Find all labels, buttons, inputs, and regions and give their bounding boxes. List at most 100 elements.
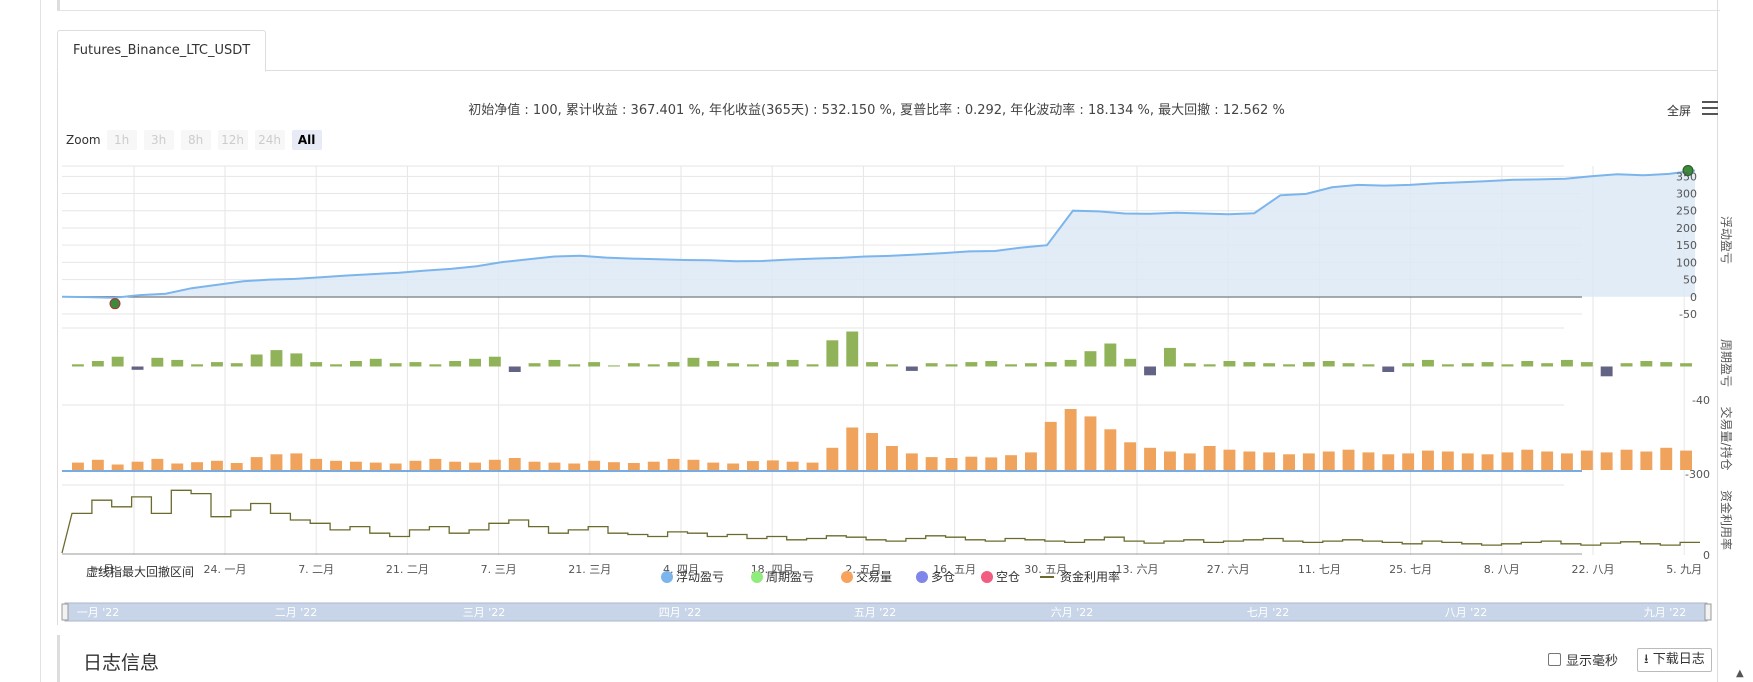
legend-item: 交易量 — [856, 569, 892, 584]
bar — [727, 363, 740, 367]
bar — [1342, 449, 1355, 470]
bar — [1680, 363, 1692, 367]
y-tick-label: 50 — [1683, 274, 1697, 287]
bar — [647, 364, 660, 367]
bar — [1084, 416, 1097, 470]
bar — [806, 462, 819, 470]
bar — [1481, 454, 1494, 470]
bar — [866, 433, 878, 470]
bar — [1660, 447, 1673, 470]
bar — [886, 446, 898, 470]
bar — [1243, 362, 1256, 367]
bar — [72, 364, 84, 367]
navigator-right-handle — [1704, 603, 1712, 621]
drawdown-start-marker — [109, 298, 121, 310]
legend-item: 多仓 — [931, 570, 955, 584]
bar — [1005, 364, 1017, 367]
bar — [290, 453, 303, 470]
bar — [111, 356, 124, 367]
bar — [1620, 363, 1633, 367]
bar — [588, 362, 601, 367]
bar — [826, 447, 839, 470]
scroll-up-arrow-icon[interactable]: ▲ — [1736, 668, 1744, 679]
bar — [1183, 453, 1196, 470]
x-tick-label: 21. 三月 — [568, 563, 611, 576]
bar — [687, 459, 700, 470]
bar — [409, 362, 422, 367]
tab-futures-binance-ltc-usdt[interactable]: Futures_Binance_LTC_USDT — [57, 30, 267, 72]
bar — [250, 354, 263, 367]
bar — [608, 365, 620, 367]
bar — [1025, 452, 1037, 470]
show-ms-toggle[interactable]: 显示毫秒 — [1548, 650, 1618, 669]
bar — [647, 461, 660, 470]
x-tick-label: 5. 九月 — [1666, 563, 1702, 576]
bar — [488, 356, 501, 367]
pane-period-pnl — [72, 331, 1692, 377]
bar — [568, 364, 581, 367]
bar — [1302, 362, 1315, 367]
bar — [230, 463, 243, 470]
y-tick-label: 350 — [1676, 170, 1697, 183]
chart-canvas: 24. 一月 7. 二月 21. 二月 7. 三月 21. 三月 4. 四月 18. 四月 2… — [61, 164, 1734, 622]
bar — [965, 362, 978, 367]
bar — [1104, 343, 1117, 367]
x-tick-label: 21. 二月 — [386, 563, 429, 576]
bar — [369, 462, 382, 470]
navigator-label: 六月 '22 — [1051, 606, 1094, 619]
bar — [1144, 366, 1156, 376]
y-tick-label: -40 — [1692, 394, 1710, 407]
y-tick-label: 200 — [1676, 222, 1697, 235]
bar — [211, 362, 223, 367]
pane-floating-pnl — [61, 164, 1696, 310]
show-ms-checkbox[interactable] — [1548, 653, 1561, 666]
bar — [508, 458, 521, 470]
bar — [945, 458, 958, 470]
bar — [171, 463, 184, 470]
navigator-label: 七月 '22 — [1247, 606, 1290, 619]
bar — [1422, 450, 1434, 470]
legend-item: 空仓 — [996, 570, 1020, 584]
bar — [91, 459, 104, 470]
y-tick-label: 0 — [1690, 291, 1697, 304]
bar — [1521, 361, 1534, 367]
download-log-button[interactable]: ⭳ 下载日志 — [1637, 648, 1712, 672]
bar — [1461, 363, 1474, 367]
bar — [151, 458, 164, 470]
bar — [1541, 451, 1554, 470]
y-tick-label: 150 — [1676, 239, 1697, 252]
legend-item: 资金利用率 — [1060, 569, 1120, 584]
pane-title-utilization: 资金利用率 — [1719, 490, 1734, 550]
bar — [1223, 449, 1236, 470]
bar — [1600, 452, 1613, 470]
bar — [1620, 449, 1633, 470]
bar — [1461, 453, 1474, 470]
bar — [766, 362, 779, 367]
bar — [350, 361, 362, 367]
bar — [1402, 363, 1415, 367]
bar — [806, 364, 819, 367]
bar — [369, 358, 382, 367]
bar — [191, 364, 203, 367]
bar — [687, 357, 700, 367]
bar — [1064, 359, 1077, 367]
bar — [111, 464, 124, 470]
bar — [508, 366, 521, 372]
navigator-label: 二月 '22 — [275, 606, 318, 619]
bar — [548, 359, 561, 367]
pane-title-floating-pnl: 浮动盈亏 — [1719, 216, 1733, 264]
navigator-label: 八月 '22 — [1445, 606, 1488, 619]
legend-item: 周期盈亏 — [766, 570, 814, 584]
navigator-label: 四月 '22 — [659, 606, 702, 619]
navigator-left-handle — [61, 603, 69, 621]
bar — [1283, 454, 1295, 470]
x-tick-label: 7. 三月 — [481, 563, 517, 576]
bar — [211, 460, 223, 470]
bar — [727, 463, 740, 470]
bar — [846, 427, 859, 470]
bar — [1164, 347, 1176, 367]
bar — [886, 364, 898, 367]
bar — [270, 454, 283, 470]
bar — [905, 453, 918, 470]
bar — [528, 461, 541, 470]
